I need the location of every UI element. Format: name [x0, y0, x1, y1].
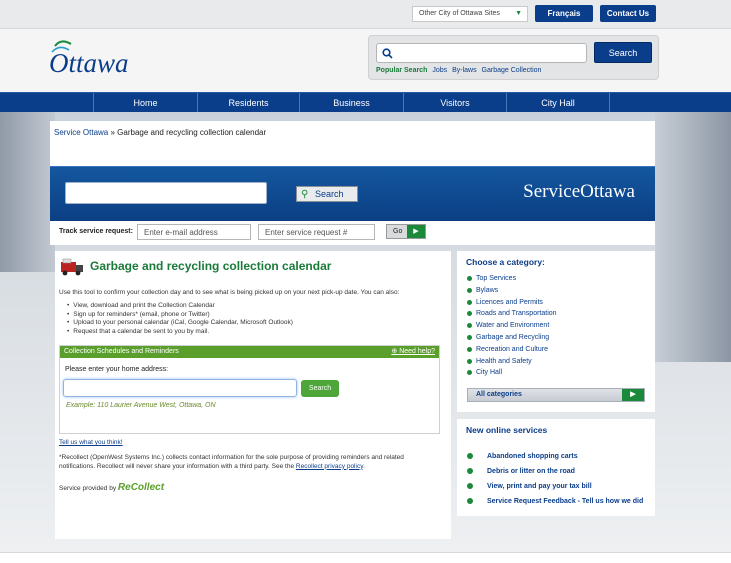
news-title: New online services [466, 425, 548, 435]
news-item-tax-bill[interactable]: View, print and pay your tax bill [467, 479, 643, 494]
service-search-button[interactable]: ⚲ Search [296, 186, 358, 202]
site-search-button[interactable]: Search [594, 42, 652, 63]
list-item: Upload to your personal calendar (iCal, … [67, 319, 293, 328]
contact-us-button[interactable]: Contact Us [600, 5, 656, 22]
nav-home[interactable]: Home [93, 93, 197, 113]
arrow-right-icon: ▶ [622, 389, 644, 401]
need-help-link[interactable]: ⊕ Need help? [391, 346, 435, 358]
breadcrumb-current: Garbage and recycling collection calenda… [117, 128, 267, 137]
chevron-down-icon: ▼ [515, 10, 522, 17]
ottawa-logo[interactable]: Ottawa [47, 38, 137, 78]
list-item: Request that a calendar be sent to you b… [67, 328, 293, 337]
category-licences[interactable]: Licences and Permits [467, 297, 557, 309]
category-water[interactable]: Water and Environment [467, 320, 557, 332]
help-icon: ⊕ [391, 348, 398, 355]
category-panel: Choose a category: Top Services Bylaws L… [457, 251, 655, 412]
site-search: Search Popular Search Jobs By-laws Garba… [368, 35, 659, 80]
provided-by-label: Service provided by [59, 485, 117, 492]
privacy-policy-link[interactable]: Recollect privacy policy [296, 463, 363, 470]
list-item: View, download and print the Collection … [67, 302, 293, 311]
service-ottawa-panel: Service Ottawa » Garbage and recycling c… [50, 121, 655, 245]
popular-search-label: Popular Search [376, 67, 428, 74]
widget-title: Collection Schedules and Reminders [64, 348, 179, 355]
track-email-input[interactable]: Enter e-mail address [137, 224, 251, 240]
address-example: Example: 110 Laurier Avenue West, Ottawa… [66, 402, 216, 409]
intro-text: Use this tool to confirm your collection… [59, 289, 400, 296]
nav-residents[interactable]: Residents [197, 93, 299, 113]
popular-link-garbage[interactable]: Garbage Collection [482, 67, 542, 74]
nav-city-hall[interactable]: City Hall [506, 93, 610, 113]
track-label: Track service request: [59, 228, 133, 235]
recollect-logo[interactable]: ReCollect [118, 482, 164, 493]
widget-header: Collection Schedules and Reminders ⊕ Nee… [60, 346, 439, 358]
category-list: Top Services Bylaws Licences and Permits… [467, 273, 557, 379]
service-ottawa-logo: ServiceOttawa [523, 181, 635, 202]
go-label: Go [393, 228, 403, 235]
address-input[interactable] [63, 379, 297, 397]
logo-text: Ottawa [49, 48, 129, 78]
news-item-shopping-carts[interactable]: Abandoned shopping carts [467, 449, 643, 464]
other-sites-select[interactable]: Other City of Ottawa Sites ▼ [412, 6, 528, 22]
category-top-services[interactable]: Top Services [467, 273, 557, 285]
go-button[interactable]: Go ▶ [386, 224, 426, 239]
service-banner: ⚲ Search ServiceOttawa [50, 166, 655, 221]
breadcrumb-separator: » [110, 128, 115, 137]
provided-by: Service provided by ReCollect [59, 482, 164, 493]
service-search-input[interactable] [65, 182, 267, 204]
arrow-right-icon: ▶ [407, 225, 425, 238]
category-title: Choose a category: [466, 257, 545, 267]
disclaimer: *Recollect (OpenWest Systems Inc.) colle… [59, 454, 435, 471]
category-roads[interactable]: Roads and Transportation [467, 308, 557, 320]
breadcrumb: Service Ottawa » Garbage and recycling c… [54, 128, 266, 137]
footer [0, 552, 731, 563]
category-bylaws[interactable]: Bylaws [467, 285, 557, 297]
calendar-content: Garbage and recycling collection calenda… [55, 251, 451, 539]
all-categories-label: All categories [476, 391, 522, 398]
garbage-truck-icon [61, 258, 83, 276]
feedback-link[interactable]: Tell us what you think! [59, 439, 123, 446]
address-label: Please enter your home address: [65, 366, 169, 373]
list-item: Sign up for reminders* (email, phone or … [67, 311, 293, 320]
search-icon: ⚲ [301, 189, 309, 200]
other-sites-label: Other City of Ottawa Sites [419, 10, 500, 17]
nav-visitors[interactable]: Visitors [403, 93, 506, 113]
search-icon [382, 48, 393, 59]
address-search-button[interactable]: Search [301, 380, 339, 397]
track-request-bar: Track service request: Enter e-mail addr… [50, 221, 655, 243]
background-building-left [0, 112, 55, 272]
nav-business[interactable]: Business [299, 93, 403, 113]
news-item-feedback[interactable]: Service Request Feedback - Tell us how w… [467, 494, 643, 509]
page-title: Garbage and recycling collection calenda… [90, 259, 332, 273]
popular-link-jobs[interactable]: Jobs [432, 67, 447, 74]
news-item-debris[interactable]: Debris or litter on the road [467, 464, 643, 479]
feature-list: View, download and print the Collection … [67, 302, 293, 336]
category-recreation[interactable]: Recreation and Culture [467, 344, 557, 356]
category-health[interactable]: Health and Safety [467, 356, 557, 368]
site-search-input[interactable] [376, 43, 587, 63]
track-request-input[interactable]: Enter service request # [258, 224, 375, 240]
category-garbage[interactable]: Garbage and Recycling [467, 332, 557, 344]
utility-bar: Other City of Ottawa Sites ▼ Français Co… [0, 0, 731, 29]
need-help-label: Need help? [399, 348, 435, 355]
francais-button[interactable]: Français [535, 5, 593, 22]
all-categories-button[interactable]: All categories ▶ [467, 388, 645, 402]
collection-schedules-widget: Collection Schedules and Reminders ⊕ Nee… [59, 345, 440, 434]
main-nav: Home Residents Business Visitors City Ha… [0, 92, 731, 113]
background-building-right [655, 112, 731, 362]
breadcrumb-root[interactable]: Service Ottawa [54, 128, 108, 137]
news-list: Abandoned shopping carts Debris or litte… [467, 449, 643, 509]
category-city-hall[interactable]: City Hall [467, 367, 557, 379]
new-services-panel: New online services Abandoned shopping c… [457, 419, 655, 516]
popular-link-bylaws[interactable]: By-laws [452, 67, 477, 74]
popular-search-links: Popular Search Jobs By-laws Garbage Coll… [376, 67, 544, 74]
service-search-label: Search [315, 189, 344, 199]
disclaimer-end: . [362, 462, 365, 470]
